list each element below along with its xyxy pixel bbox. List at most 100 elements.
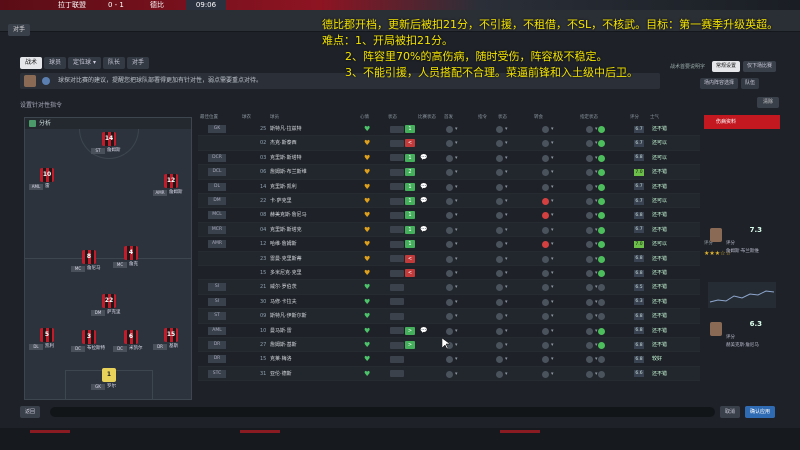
chat-icon[interactable]: 💬 (420, 180, 427, 194)
player-name-link[interactable]: 詹姆斯·基斯 (270, 338, 297, 352)
chevron-down-icon[interactable]: ▾ (551, 154, 567, 162)
condition-toggle[interactable] (390, 211, 404, 219)
player-name-link[interactable]: 卡·萨克里 (270, 194, 292, 208)
status-badge[interactable]: 1 (405, 225, 415, 234)
column-header[interactable]: 指定状态 (580, 114, 598, 120)
table-row[interactable]: DM 22 卡·萨克里 ♥ 1 💬 ▾ ▾ ▾ ▾ 6.7 还可以 (198, 194, 700, 209)
chevron-down-icon[interactable]: ▾ (455, 269, 471, 277)
chevron-down-icon[interactable]: ▾ (551, 341, 567, 349)
cancel-button[interactable]: 取消 (720, 406, 741, 418)
chevron-down-icon[interactable]: ▾ (551, 183, 567, 191)
status-badge[interactable]: 1 (405, 153, 415, 162)
chevron-down-icon[interactable]: ▾ (455, 298, 471, 306)
chevron-down-icon[interactable]: ▾ (551, 255, 567, 263)
chevron-down-icon[interactable]: ▾ (455, 341, 471, 349)
chevron-down-icon[interactable]: ▾ (505, 370, 521, 378)
column-header[interactable]: 最佳位置 (200, 114, 218, 120)
status-badge[interactable]: 1 (405, 240, 415, 249)
chevron-down-icon[interactable]: ▾ (551, 240, 567, 248)
player-name-link[interactable]: 多米尼克·克里 (270, 266, 302, 280)
tab-4[interactable]: 对手 (126, 57, 149, 69)
condition-toggle[interactable] (390, 341, 404, 349)
column-header[interactable]: 心情 (360, 114, 369, 120)
back-button[interactable]: 对手 (8, 24, 30, 36)
chat-icon[interactable]: 💬 (420, 151, 427, 165)
footer-input[interactable] (50, 407, 715, 417)
pitch-player[interactable]: 14 ST 詹姆斯 (89, 132, 129, 168)
chevron-down-icon[interactable]: ▾ (551, 211, 567, 219)
pitch-player[interactable]: 4 MC 詹克 (111, 246, 151, 282)
confirm-button[interactable]: 确认应用 (745, 406, 776, 418)
chat-icon[interactable]: 💬 (420, 223, 427, 237)
chevron-down-icon[interactable]: ▾ (505, 168, 521, 176)
player-name-link[interactable]: 曼马斯·雷 (270, 324, 292, 338)
pitch-player[interactable]: 8 MC 詹尼马 (69, 250, 109, 286)
chevron-down-icon[interactable]: ▾ (551, 327, 567, 335)
chevron-down-icon[interactable]: ▾ (551, 370, 567, 378)
table-row[interactable]: GK 25 斯特凡·拉兹特 ♥ 1 ▾ ▾ ▾ ▾ 6.7 还不错 (198, 122, 700, 137)
chevron-down-icon[interactable]: ▾ (505, 283, 521, 291)
status-badge[interactable]: 1 (405, 182, 415, 191)
player-name-link[interactable]: 斯特凡·拉兹特 (270, 122, 302, 136)
condition-toggle[interactable] (390, 183, 404, 191)
chevron-down-icon[interactable]: ▾ (455, 154, 471, 162)
injury-info-button[interactable]: 伤病资料 (704, 115, 780, 129)
chevron-down-icon[interactable]: ▾ (505, 183, 521, 191)
player-name-link[interactable]: 雷曼·克里斯蒂 (270, 252, 302, 266)
chevron-down-icon[interactable]: ▾ (505, 269, 521, 277)
player-name-link[interactable]: 克里斯·斯塔特 (270, 151, 302, 165)
chevron-down-icon[interactable]: ▾ (551, 269, 567, 277)
chevron-down-icon[interactable]: ▾ (505, 154, 521, 162)
chevron-down-icon[interactable]: ▾ (455, 370, 471, 378)
condition-toggle[interactable] (390, 125, 404, 133)
table-row[interactable]: AMR 12 哈维·詹姆斯 ♥ 1 ▾ ▾ ▾ ▾ 7.0 还可以 (198, 237, 700, 252)
status-badge[interactable]: 1 (405, 197, 415, 205)
table-row[interactable]: DCR 03 克里斯·斯塔特 ♥ 1 💬 ▾ ▾ ▾ ▾ 6.8 还可以 (198, 151, 700, 166)
status-badge[interactable]: 1 (405, 211, 415, 220)
condition-toggle[interactable] (390, 168, 404, 176)
table-row[interactable]: DL 14 克里斯·凯利 ♥ 1 💬 ▾ ▾ ▾ ▾ 6.7 还不错 (198, 180, 700, 194)
chevron-down-icon[interactable]: ▾ (551, 125, 567, 133)
chevron-down-icon[interactable]: ▾ (455, 355, 471, 363)
status-badge[interactable]: 2 (405, 168, 415, 177)
condition-toggle[interactable] (390, 370, 404, 378)
player-name-link[interactable]: 克莱·梅洛 (270, 352, 292, 366)
column-header[interactable]: 评分 (630, 114, 639, 120)
chevron-down-icon[interactable]: ▾ (455, 183, 471, 191)
table-row[interactable]: SI 30 马修·卡拉夫 ♥ ▾ ▾ ▾ ▾ 6.3 还不错 (198, 295, 700, 310)
chevron-down-icon[interactable]: ▾ (455, 283, 471, 291)
player-card-1[interactable]: 7.3 评分 詹姆斯·布兰斯维 (708, 224, 776, 260)
chevron-down-icon[interactable]: ▾ (551, 226, 567, 234)
chevron-down-icon[interactable]: ▾ (455, 255, 471, 263)
column-header[interactable]: 状态 (388, 114, 397, 120)
player-name-link[interactable]: 亚伦·德斯 (270, 367, 292, 381)
pitch-player[interactable]: 22 DM 萨克里 (89, 294, 129, 330)
chevron-down-icon[interactable]: ▾ (505, 341, 521, 349)
chevron-down-icon[interactable]: ▾ (455, 125, 471, 133)
chevron-down-icon[interactable]: ▾ (455, 312, 471, 320)
tab-3[interactable]: 队长 (102, 57, 125, 69)
tab-1[interactable]: 球员 (44, 57, 67, 69)
table-row[interactable]: DCL 06 詹姆斯·布兰斯维 ♥ 2 ▾ ▾ ▾ ▾ 7.0 还不错 (198, 165, 700, 180)
condition-toggle[interactable] (390, 312, 404, 320)
pitch-player[interactable]: 10 AML 雷 (27, 168, 67, 204)
condition-toggle[interactable] (390, 269, 404, 277)
chevron-down-icon[interactable]: ▾ (455, 197, 471, 205)
chevron-down-icon[interactable]: ▾ (551, 168, 567, 176)
condition-toggle[interactable] (390, 197, 404, 205)
table-row[interactable]: ST 09 斯特凡·伊斯尔斯 ♥ ▾ ▾ ▾ ▾ 6.8 还不错 (198, 309, 700, 324)
chevron-down-icon[interactable]: ▾ (551, 197, 567, 205)
player-name-link[interactable]: 杰克·斯泰西 (270, 136, 297, 150)
chevron-down-icon[interactable]: ▾ (505, 298, 521, 306)
player-name-link[interactable]: 克里斯·凯利 (270, 180, 297, 194)
column-header[interactable]: 状态 (498, 114, 507, 120)
pitch-player[interactable]: 5 DL 凯利 (27, 328, 67, 364)
chevron-down-icon[interactable]: ▾ (505, 355, 521, 363)
pitch-player[interactable]: 6 DC 米凯尔 (111, 330, 151, 366)
condition-toggle[interactable] (390, 139, 404, 147)
table-row[interactable]: DR 15 克莱·梅洛 ♥ ▾ ▾ ▾ ▾ 6.8 较好 (198, 352, 700, 367)
chevron-down-icon[interactable]: ▾ (455, 240, 471, 248)
condition-toggle[interactable] (390, 226, 404, 234)
condition-toggle[interactable] (390, 298, 404, 306)
player-name-link[interactable]: 马修·卡拉夫 (270, 295, 297, 309)
